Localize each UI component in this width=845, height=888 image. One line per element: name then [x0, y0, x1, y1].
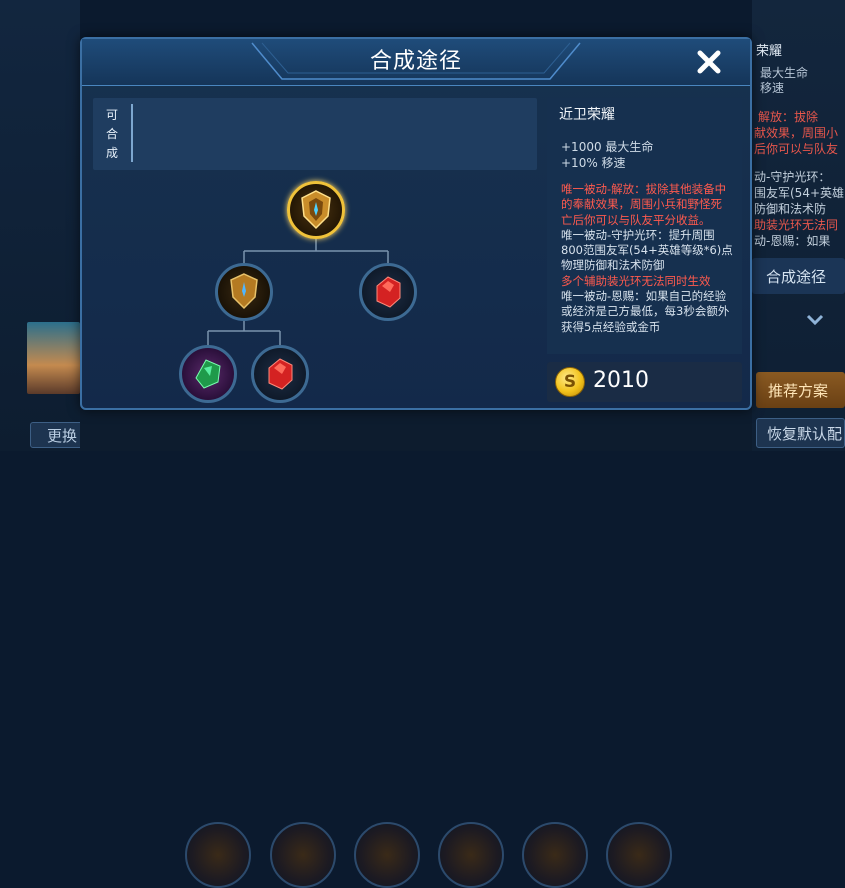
- item-stat: +1000 最大生命: [561, 140, 654, 154]
- craft-path-dialog: 合成途径 可合成 近卫荣耀 +1000 最大生命 +10% 移速 唯一被动-解放…: [80, 37, 752, 410]
- bg-desc-line: 献效果，周围小: [754, 126, 839, 140]
- equipment-slot[interactable]: [606, 822, 672, 888]
- shield-icon: [301, 190, 331, 230]
- item-detail-panel: 近卫荣耀 +1000 最大生命 +10% 移速 唯一被动-解放：拔除其他装备中的…: [547, 98, 742, 354]
- close-icon[interactable]: [696, 49, 722, 75]
- item-icon-guardian-glory[interactable]: [287, 181, 345, 239]
- shield-icon: [230, 273, 258, 310]
- green-gem-icon: [195, 359, 221, 389]
- equipment-slot[interactable]: [354, 822, 420, 888]
- item-icon-red-agate[interactable]: [359, 263, 417, 321]
- passive-blessing: 唯一被动-恩赐：如果自己的经验或经济是己方最低，每3秒会额外获得5点经验或金币: [561, 289, 730, 334]
- passive-aura-note: 多个辅助装光环无法同时生效: [561, 273, 711, 288]
- bg-desc-line: 动-守护光环：: [754, 170, 831, 184]
- bg-desc-line: 动-恩赐：如果: [754, 234, 831, 248]
- red-gem-icon: [376, 276, 401, 308]
- red-gem-icon: [268, 358, 293, 390]
- item-price: 2010: [593, 368, 649, 393]
- bg-desc-line: 助装光环无法同: [754, 218, 839, 232]
- close-button[interactable]: [688, 43, 730, 81]
- equipment-slot[interactable]: [270, 822, 336, 888]
- hero-portrait: [27, 322, 80, 394]
- equipment-slot[interactable]: [522, 822, 588, 888]
- item-icon-guardian-component[interactable]: [215, 263, 273, 321]
- item-name: 近卫荣耀: [559, 107, 615, 123]
- item-icon-red-agate[interactable]: [251, 345, 309, 403]
- equipment-slot[interactable]: [185, 822, 251, 888]
- passive-liberation: 唯一被动-解放：拔除其他装备中的奉献效果，周围小兵和野怪死亡后你可以与队友平分收…: [561, 182, 727, 227]
- bg-desc-line: 围友军(54+英雄: [754, 186, 845, 200]
- recommend-plan-button[interactable]: 推荐方案: [756, 372, 845, 408]
- bg-desc-line: 后你可以与队友: [754, 142, 839, 156]
- price-box: S 2010: [547, 362, 742, 402]
- background-right-panel: 荣耀 最大生命 移速 解放：拔除 献效果，周围小 后你可以与队友 动-守护光环：…: [752, 0, 845, 451]
- background-equipment-bar: [80, 410, 752, 888]
- item-stat: +10% 移速: [561, 156, 626, 170]
- bg-desc-line: 防御和法术防: [754, 202, 827, 216]
- gold-coin-icon: S: [555, 367, 585, 397]
- bg-craft-path-button[interactable]: 合成途径: [752, 258, 845, 294]
- restore-default-button[interactable]: 恢复默认配: [756, 418, 845, 448]
- equipment-slot[interactable]: [438, 822, 504, 888]
- passive-guardian-aura: 唯一被动-守护光环：提升周围800范围友军(54+英雄等级*6)点物理防御和法术…: [561, 227, 733, 273]
- bg-desc-line: 解放：拔除: [758, 110, 819, 124]
- bg-item-title: 荣耀: [756, 44, 783, 59]
- item-icon-emerald[interactable]: [179, 345, 237, 403]
- background-left-panel: 更换: [0, 0, 100, 451]
- chevron-down-icon[interactable]: [806, 312, 824, 328]
- item-description: 唯一被动-解放：拔除其他装备中的奉献效果，周围小兵和野怪死亡后你可以与队友平分收…: [561, 182, 733, 335]
- bg-stat-line: 移速: [760, 81, 785, 95]
